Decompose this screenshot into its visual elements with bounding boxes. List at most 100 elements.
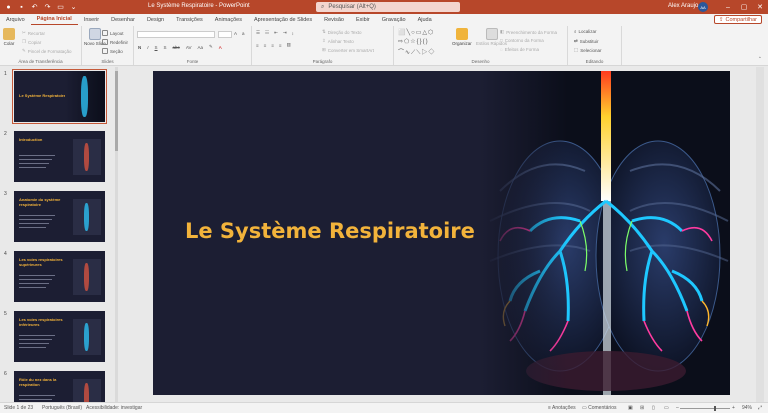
search-box[interactable]: ⌕ Pesquisar (Alt+Q)	[316, 2, 460, 12]
shapes-gallery[interactable]: ⬜╲○▭△⬡	[398, 29, 434, 36]
comments-button[interactable]: ▭ Comentários	[582, 405, 616, 411]
copy-button[interactable]: ❐ Copiar	[22, 39, 41, 45]
bold-icon[interactable]: N	[138, 45, 141, 50]
tab-5[interactable]: Transições	[170, 14, 209, 25]
tab-10[interactable]: Gravação	[376, 14, 412, 25]
slideshow-icon[interactable]: ▭	[664, 405, 669, 411]
justify-icon[interactable]: ≡	[279, 43, 282, 48]
slide-sorter-icon[interactable]: ⊞	[640, 405, 644, 411]
numbering-icon[interactable]: ☷	[265, 30, 269, 36]
layout-button[interactable]: Layout	[102, 30, 124, 36]
slide-thumbnail[interactable]: Anatomie du système respiratoire	[14, 191, 105, 242]
slide-thumbnail[interactable]: Les voies respiratoires supérieures	[14, 251, 105, 302]
tab-4[interactable]: Design	[141, 14, 170, 25]
zoom-slider-thumb[interactable]	[714, 406, 716, 411]
avatar[interactable]: AA	[698, 2, 708, 12]
customize-toolbar-icon[interactable]: ⌄	[69, 3, 78, 11]
align-right-icon[interactable]: ≡	[271, 43, 274, 48]
autosave-icon[interactable]: ●	[4, 3, 13, 11]
language[interactable]: Português (Brasil)	[42, 405, 82, 411]
shadow-icon[interactable]: S	[164, 45, 167, 50]
tab-6[interactable]: Animações	[209, 14, 248, 25]
slide-thumbnail[interactable]: Rôle du nez dans la respiration	[14, 371, 105, 402]
thumbnail-text-line	[19, 395, 55, 396]
accessibility-status[interactable]: Acessibilidade: investigar	[86, 405, 142, 411]
share-button[interactable]: ⇪ Compartilhar	[713, 15, 762, 24]
slide-thumbnail[interactable]: Les voies respiratoires inférieures	[14, 311, 105, 362]
select-button[interactable]: ⬚ Selecionar	[574, 47, 602, 53]
slide-scrollbar[interactable]	[756, 67, 764, 402]
thumbnail-image	[65, 71, 105, 122]
underline-icon[interactable]: S	[155, 45, 158, 50]
redo-icon[interactable]: ↷	[43, 3, 52, 11]
slide-thumbnail-pane[interactable]: 1 Le Système Respiratoire 2 Introduction 3 An…	[0, 67, 118, 402]
shape-fill-button[interactable]: ◧ Preenchimento da Forma	[500, 29, 557, 35]
tab-2[interactable]: Inserir	[78, 14, 105, 25]
close-icon[interactable]: ✕	[752, 0, 768, 14]
font-name-combo[interactable]	[137, 31, 215, 38]
collapse-ribbon-icon[interactable]: ⌃	[758, 56, 762, 62]
thumbnail-scrollbar[interactable]	[115, 67, 118, 402]
tab-1[interactable]: Página Inicial	[30, 14, 78, 25]
section-icon	[102, 48, 108, 54]
replace-button[interactable]: ⇄ Substituir	[574, 38, 599, 44]
columns-icon[interactable]: ▥	[287, 42, 291, 48]
align-center-icon[interactable]: ≡	[264, 43, 267, 48]
font-color-icon[interactable]: A	[219, 45, 222, 50]
italic-icon[interactable]: I	[147, 45, 148, 50]
shapes-gallery-row2[interactable]: ⇨⬠☆{}()	[398, 38, 429, 45]
tab-3[interactable]: Desenhar	[105, 14, 141, 25]
undo-icon[interactable]: ↶	[30, 3, 39, 11]
reading-view-icon[interactable]: ▯	[652, 405, 655, 411]
text-direction-button[interactable]: ⇅ Direção do Texto	[322, 29, 361, 35]
spacing-icon[interactable]: AV	[186, 45, 192, 50]
notes-button[interactable]: ≡ Anotações	[548, 405, 576, 411]
tab-8[interactable]: Revisão	[318, 14, 350, 25]
shape-effects-button[interactable]: ◌ Efeitos de Forma	[500, 47, 539, 52]
present-icon[interactable]: ▭	[56, 3, 65, 11]
zoom-out-icon[interactable]: –	[676, 405, 679, 411]
bullets-icon[interactable]: ☰	[256, 30, 260, 36]
slide-title[interactable]: Le Système Respiratoire	[185, 219, 475, 243]
tab-9[interactable]: Exibir	[350, 14, 376, 25]
zoom-slider[interactable]	[680, 408, 730, 409]
section-button[interactable]: Seção	[102, 48, 123, 54]
align-left-icon[interactable]: ≡	[256, 43, 259, 48]
normal-view-icon[interactable]: ▣	[628, 405, 633, 411]
highlight-icon[interactable]: ✎	[209, 44, 213, 50]
find-button[interactable]: ⌕ Localizar	[574, 29, 597, 34]
thumbnail-title: Introduction	[19, 137, 43, 142]
slides-group: Novo Slide Layout Redefinir Seção Slides	[82, 26, 134, 65]
increase-indent-icon[interactable]: ⇥	[283, 30, 287, 36]
maximize-icon[interactable]: ▢	[736, 0, 752, 14]
tab-11[interactable]: Ajuda	[412, 14, 438, 25]
tab-7[interactable]: Apresentação de Slides	[248, 14, 318, 25]
change-case-icon[interactable]: Aa	[197, 45, 203, 50]
align-text-button[interactable]: ⇳ Alinhar Texto	[322, 38, 354, 44]
slide-thumbnail[interactable]: Introduction	[14, 131, 105, 182]
slide-canvas[interactable]: Le Système Respiratoire	[153, 71, 730, 395]
fit-slide-icon[interactable]: ⤢	[758, 405, 762, 411]
user-name[interactable]: Alex Araujo	[668, 3, 698, 9]
shape-outline-button[interactable]: □ Contorno da Forma	[500, 38, 544, 43]
smartart-button[interactable]: ⊞ Converter em SmartArt	[322, 47, 374, 53]
shapes-gallery-row3[interactable]: ⌒∿⟋⟍▷◇	[398, 47, 435, 57]
strikethrough-icon[interactable]: abc	[173, 45, 180, 50]
paste-button[interactable]: Colar	[3, 28, 15, 46]
arrange-button[interactable]: Organizar	[452, 28, 472, 46]
decrease-indent-icon[interactable]: ⇤	[274, 30, 278, 36]
line-spacing-icon[interactable]: ↕	[292, 31, 294, 36]
zoom-in-icon[interactable]: +	[732, 405, 735, 411]
font-size-combo[interactable]	[218, 31, 232, 38]
slide-thumbnail[interactable]: Le Système Respiratoire	[12, 69, 107, 124]
zoom-level[interactable]: 94%	[742, 405, 752, 411]
tab-0[interactable]: Arquivo	[0, 14, 31, 25]
cut-button[interactable]: ✂ Recortar	[22, 30, 45, 36]
save-icon[interactable]: ▪	[17, 3, 26, 11]
thumbnail-text-line	[19, 347, 46, 348]
font-shrink-icon[interactable]: a	[242, 31, 245, 36]
format-painter-button[interactable]: ✎ Pincel de Formatação	[22, 48, 72, 54]
font-grow-icon[interactable]: A	[234, 31, 237, 36]
minimize-icon[interactable]: –	[720, 0, 736, 14]
reset-button[interactable]: Redefinir	[102, 39, 128, 45]
